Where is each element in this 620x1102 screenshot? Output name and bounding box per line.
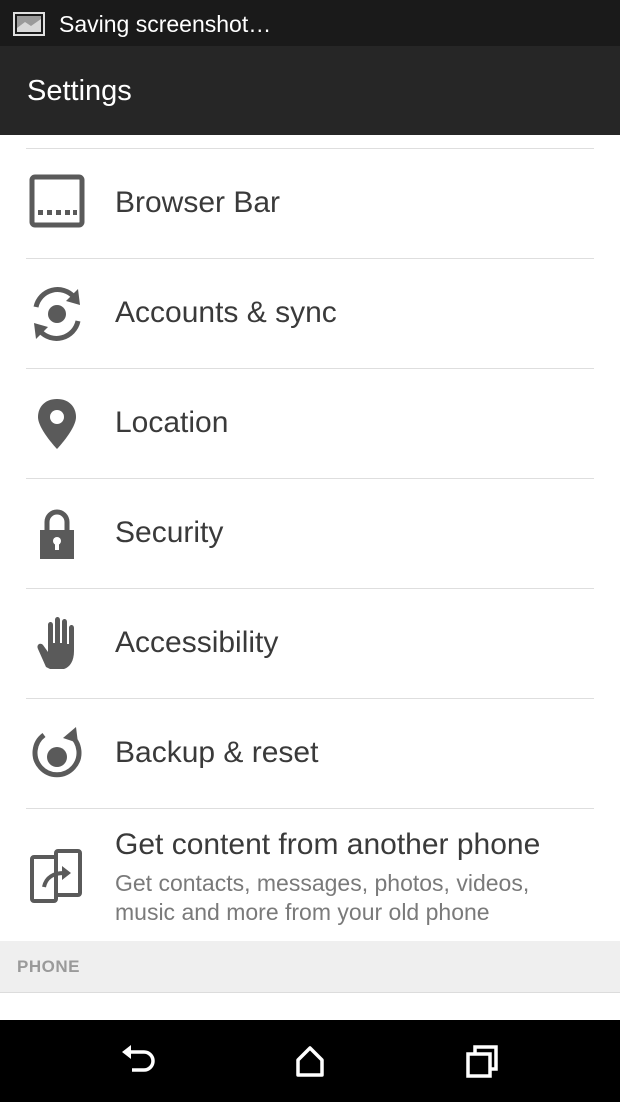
recent-apps-icon[interactable] — [462, 1042, 502, 1080]
home-icon[interactable] — [290, 1042, 330, 1080]
settings-item-location[interactable]: Location — [0, 369, 620, 479]
settings-screen: Saving screenshot… Settings Browser Bar — [0, 0, 620, 1102]
settings-item-label: Browser Bar — [115, 186, 281, 219]
sync-icon — [26, 283, 88, 345]
browser-bar-icon — [26, 173, 88, 235]
settings-item-label: Location — [115, 406, 229, 439]
page-title: Settings — [27, 75, 132, 107]
backup-icon — [26, 723, 88, 785]
phone-transfer-icon — [26, 847, 88, 909]
settings-item-label: Accessibility — [115, 626, 279, 659]
navigation-bar — [0, 1020, 620, 1102]
settings-item-accessibility[interactable]: Accessibility — [0, 589, 620, 699]
settings-item-get-content[interactable]: Get content from another phone Get conta… — [0, 809, 620, 941]
settings-item-browser-bar[interactable]: Browser Bar — [0, 149, 620, 259]
location-pin-icon — [26, 393, 88, 455]
settings-item-label: Get content from another phone — [115, 828, 541, 861]
settings-item-label: Accounts & sync — [115, 296, 337, 329]
section-header: PHONE — [0, 941, 620, 993]
settings-item-security[interactable]: Security — [0, 479, 620, 589]
status-notification-text: Saving screenshot… — [59, 11, 272, 37]
settings-item-accounts-sync[interactable]: Accounts & sync — [0, 259, 620, 369]
hand-icon — [26, 613, 88, 675]
section-header-label: PHONE — [17, 957, 80, 976]
back-icon[interactable] — [118, 1042, 158, 1080]
settings-item-subtitle: Get contacts, messages, photos, videos, … — [115, 870, 530, 925]
screenshot-icon — [13, 12, 45, 36]
action-bar: Settings — [0, 46, 620, 135]
settings-item-label: Security — [115, 516, 224, 549]
settings-item-label: Backup & reset — [115, 736, 319, 769]
lock-icon — [26, 503, 88, 565]
status-bar: Saving screenshot… — [0, 0, 620, 46]
settings-item-backup-reset[interactable]: Backup & reset — [0, 699, 620, 809]
